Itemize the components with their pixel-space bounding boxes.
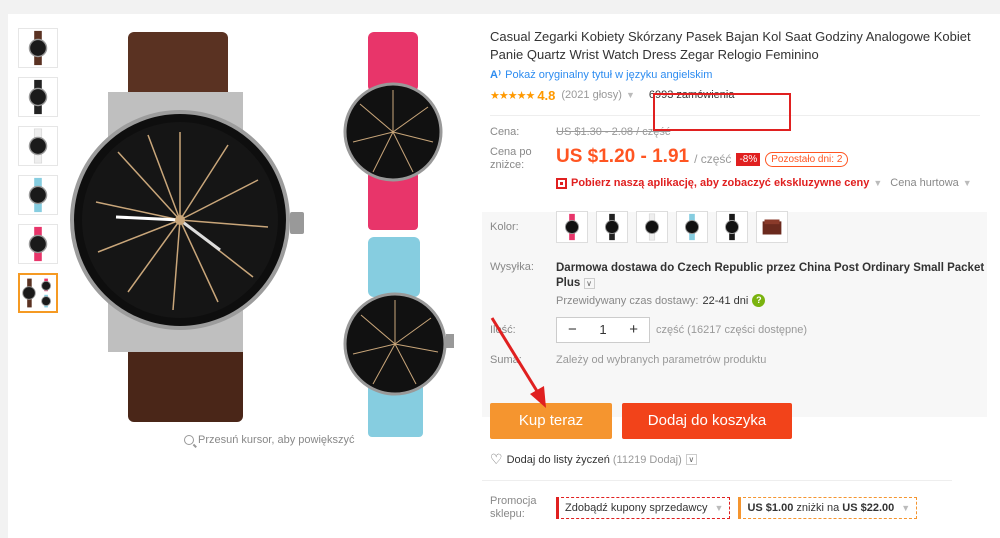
chevron-down-icon[interactable]: ▼ [873, 178, 882, 188]
decrease-button[interactable]: − [557, 318, 588, 342]
product-title: Casual Zegarki Kobiety Skórzany Pasek Ba… [490, 29, 971, 62]
shipping-row: Wysyłka: Darmowa dostawa do Czech Republ… [490, 261, 985, 307]
color-swatch-blue[interactable] [676, 211, 708, 243]
main-product-image[interactable] [68, 22, 468, 442]
color-swatches [556, 211, 788, 243]
color-row: Kolor: [490, 211, 980, 243]
store-discount-button[interactable]: US $1.00 zniżki na US $22.00 ▼ [738, 497, 918, 519]
store-promo-row: Promocja sklepu: Zdobądź kupony sprzedaw… [490, 495, 980, 521]
color-swatch-box[interactable] [756, 211, 788, 243]
heart-icon[interactable]: ♡ [490, 451, 503, 468]
product-info: Casual Zegarki Kobiety Skórzany Pasek Ba… [482, 28, 987, 521]
action-buttons: Kup teraz Dodaj do koszyka [490, 403, 980, 439]
quantity-input[interactable]: 1 [588, 318, 619, 342]
color-swatch-pink[interactable] [556, 211, 588, 243]
chevron-down-icon[interactable]: ▼ [626, 90, 635, 100]
quantity-stepper: − 1 + [556, 317, 650, 343]
chevron-down-icon: ▼ [714, 503, 724, 513]
votes-count[interactable]: (2021 głosy) [561, 89, 622, 101]
thumbnail-blue[interactable] [18, 175, 58, 215]
increase-button[interactable]: + [618, 318, 649, 342]
sum-value: Zależy od wybranych parametrów produktu [556, 354, 767, 366]
rating-value: 4.8 [537, 87, 556, 103]
color-swatch-white[interactable] [636, 211, 668, 243]
color-swatch-black[interactable] [596, 211, 628, 243]
chevron-down-icon[interactable]: ∨ [685, 454, 697, 465]
zoom-hint: Przesuń kursor, aby powiększyć [184, 434, 355, 446]
seller-coupon-button[interactable]: Zdobądź kupony sprzedawcy ▼ [556, 497, 731, 519]
remaining-days-badge: Pozostało dni: 2 [765, 151, 849, 167]
current-price: US $1.20 - 1.91 [556, 146, 690, 167]
discount-price-row: Cena po zniżce: US $1.20 - 1.91 / część … [490, 146, 980, 172]
chevron-down-icon[interactable]: ▼ [963, 178, 972, 188]
shipping-method[interactable]: Darmowa dostawa do Czech Republic przez … [556, 261, 986, 291]
thumbnail-set[interactable] [18, 273, 58, 313]
rating-stars: ★★★★★ [490, 89, 535, 102]
translate-icon: A⁾ [490, 69, 502, 81]
chevron-down-icon[interactable]: ∨ [583, 278, 595, 289]
translate-link[interactable]: A⁾ Pokaż oryginalny tytuł w języku angie… [490, 68, 980, 82]
app-promo-link[interactable]: Pobierz naszą aplikację, aby zobaczyć ek… [571, 177, 869, 189]
magnifier-icon [184, 435, 194, 445]
app-promo-row: Pobierz naszą aplikację, aby zobaczyć ek… [556, 177, 980, 189]
help-icon[interactable]: ? [752, 294, 766, 307]
discount-badge: -8% [736, 152, 761, 166]
highlight-box [653, 93, 791, 131]
thumbnail-list [18, 28, 60, 322]
thumbnail-brown[interactable] [18, 28, 58, 68]
chevron-down-icon: ▼ [901, 503, 911, 513]
wholesale-price-link[interactable]: Cena hurtowa [890, 177, 959, 189]
wishlist-row: ♡ Dodaj do listy życzeń (11219 Dodaj) ∨ [490, 451, 980, 468]
product-page: Przesuń kursor, aby powiększyć Casual Ze… [8, 14, 1000, 538]
color-swatch-dark[interactable] [716, 211, 748, 243]
quantity-row: Ilość: − 1 + część (16217 części dostępn… [490, 317, 980, 343]
add-to-cart-button[interactable]: Dodaj do koszyka [622, 403, 792, 439]
wishlist-count: (11219 Dodaj) [612, 453, 682, 466]
qr-code-icon [556, 177, 567, 189]
stock-info: część (16217 części dostępne) [656, 324, 808, 336]
buy-now-button[interactable]: Kup teraz [490, 403, 612, 439]
delivery-estimate: Przewidywany czas dostawy: 22-41 dni ? [556, 294, 986, 307]
divider [482, 480, 952, 481]
sum-row: Suma: Zależy od wybranych parametrów pro… [490, 354, 767, 366]
thumbnail-pink[interactable] [18, 224, 58, 264]
thumbnail-black[interactable] [18, 77, 58, 117]
wishlist-link[interactable]: Dodaj do listy życzeń [507, 454, 610, 466]
thumbnail-white[interactable] [18, 126, 58, 166]
